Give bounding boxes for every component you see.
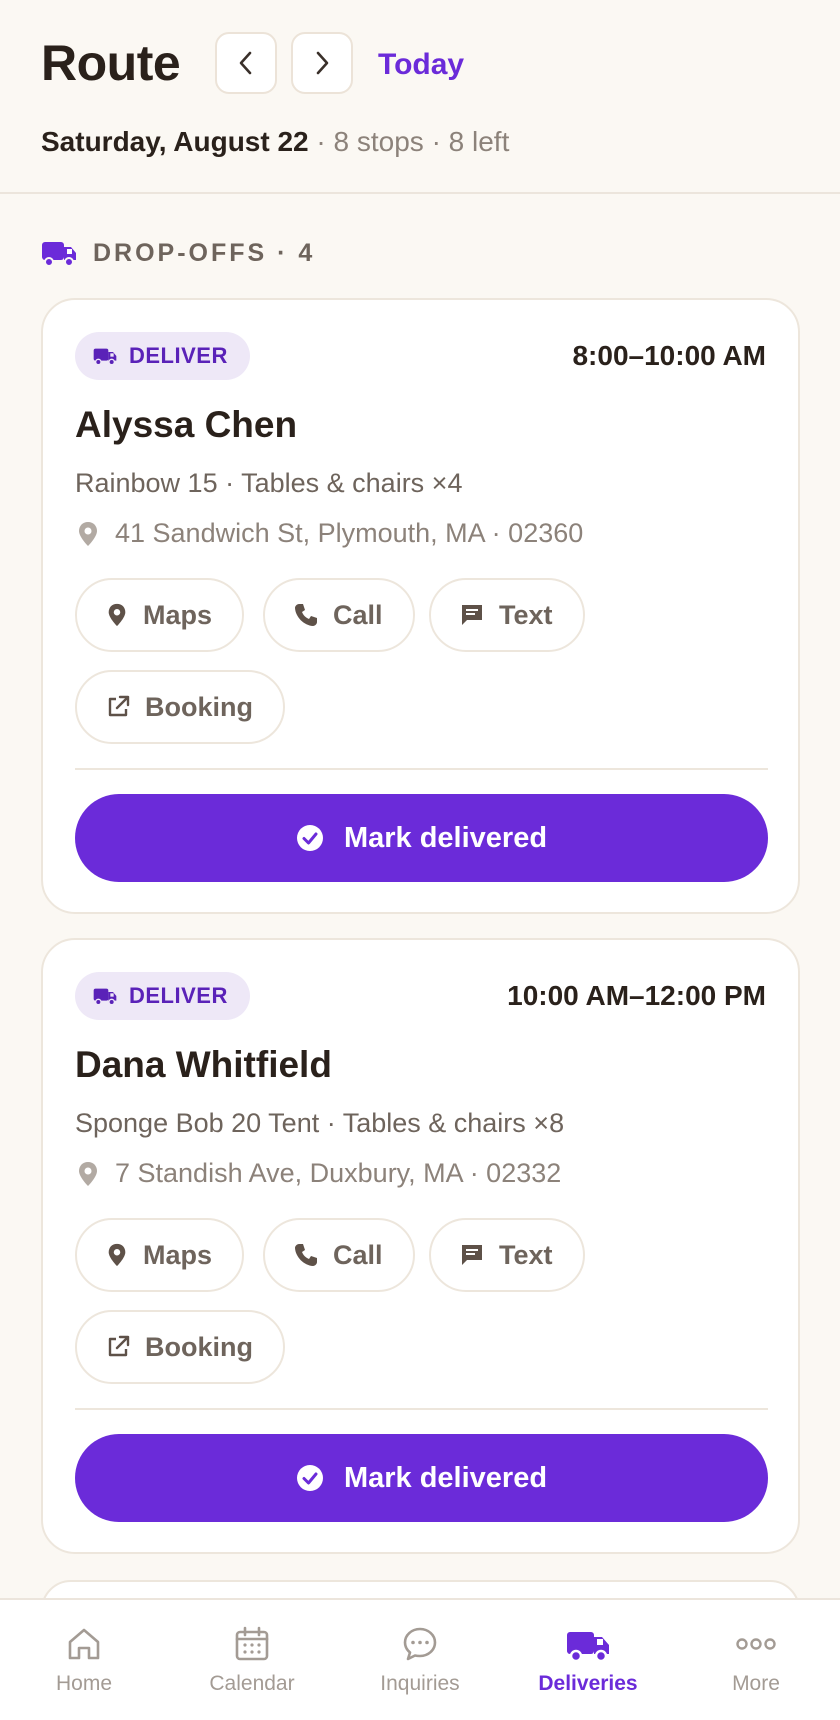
address-text: 41 Sandwich St, Plymouth, MA · 02360 (115, 518, 584, 548)
text-button[interactable]: Text (429, 578, 585, 652)
tab-deliveries[interactable]: Deliveries (504, 1600, 672, 1720)
more-icon (736, 1638, 776, 1650)
today-link[interactable]: Today (378, 48, 464, 82)
call-label: Call (333, 1239, 383, 1270)
mark-delivered-button[interactable]: Mark delivered (75, 1434, 768, 1522)
maps-label: Maps (143, 1239, 213, 1270)
status-badge: DELIVER (75, 972, 250, 1020)
status-badge-label: DELIVER (129, 983, 228, 1008)
text-label: Text (499, 599, 553, 630)
call-button[interactable]: Call (263, 578, 415, 652)
previous-day-button[interactable] (215, 32, 277, 94)
delivery-card: DELIVER 8:00–10:00 AM Alyssa Chen Rainbo… (41, 298, 800, 914)
tab-label: Inquiries (380, 1672, 460, 1695)
chevron-right-icon (316, 51, 329, 75)
call-label: Call (333, 599, 383, 630)
call-button[interactable]: Call (263, 1218, 415, 1292)
tab-label: Calendar (209, 1672, 295, 1695)
route-stops-meta: · 8 stops · 8 left (308, 126, 510, 157)
maps-label: Maps (143, 599, 213, 630)
home-icon (68, 1628, 100, 1660)
booking-label: Booking (145, 1331, 253, 1362)
truck-icon (93, 348, 117, 366)
customer-name: Dana Whitfield (75, 1044, 332, 1085)
message-icon (462, 605, 482, 625)
truck-icon (42, 242, 76, 267)
check-circle-icon (296, 1465, 323, 1491)
location-pin-icon (108, 1243, 126, 1267)
calendar-icon (235, 1626, 269, 1661)
status-badge-label: DELIVER (129, 343, 228, 368)
delivery-window: 10:00 AM–12:00 PM (507, 980, 766, 1011)
page-header: Route Today Saturday, August 22 · 8 stop… (0, 0, 840, 194)
status-badge: DELIVER (75, 332, 250, 380)
location-pin-icon (108, 603, 126, 627)
page-title: Route (41, 35, 181, 91)
phone-icon (295, 1244, 317, 1266)
booking-button[interactable]: Booking (75, 670, 285, 744)
section-label: DROP-OFFS · 4 (93, 238, 316, 267)
tab-label: Home (55, 1672, 113, 1695)
location-pin-icon (79, 1161, 97, 1186)
address-text: 7 Standish Ave, Duxbury, MA · 02332 (115, 1158, 562, 1188)
order-items: Sponge Bob 20 Tent · Tables & chairs ×8 (75, 1108, 565, 1138)
phone-icon (295, 604, 317, 626)
mark-delivered-label: Mark delivered (343, 821, 548, 854)
delivery-window: 8:00–10:00 AM (572, 340, 766, 371)
text-button[interactable]: Text (429, 1218, 585, 1292)
external-link-icon (108, 1335, 130, 1357)
truck-icon (93, 988, 117, 1006)
booking-button[interactable]: Booking (75, 1310, 285, 1384)
delivery-address: 7 Standish Ave, Duxbury, MA · 02332 (75, 1158, 561, 1189)
delivery-address: 41 Sandwich St, Plymouth, MA · 02360 (75, 518, 583, 549)
bottom-tab-bar: Home Calendar Inquiries Deliveries More (0, 1598, 840, 1720)
order-items: Rainbow 15 · Tables & chairs ×4 (75, 468, 463, 498)
truck-icon (567, 1632, 609, 1663)
mark-delivered-label: Mark delivered (343, 1461, 548, 1494)
card-divider (75, 768, 768, 770)
section-heading: DROP-OFFS · 4 (41, 238, 315, 268)
maps-button[interactable]: Maps (75, 578, 245, 652)
tab-calendar[interactable]: Calendar (168, 1600, 336, 1720)
delivery-card: DELIVER 10:00 AM–12:00 PM Dana Whitfield… (41, 938, 800, 1554)
card-divider (75, 1408, 768, 1410)
location-pin-icon (79, 521, 97, 546)
route-summary: Saturday, August 22 · 8 stops · 8 left (41, 126, 509, 158)
chevron-left-icon (239, 51, 252, 75)
route-date: Saturday, August 22 (41, 126, 309, 157)
chat-icon (403, 1627, 437, 1661)
tab-label: Deliveries (538, 1672, 638, 1695)
tab-more[interactable]: More (672, 1600, 840, 1720)
tab-home[interactable]: Home (0, 1600, 168, 1720)
text-label: Text (499, 1239, 553, 1270)
booking-label: Booking (145, 691, 253, 722)
check-circle-icon (296, 825, 323, 851)
message-icon (462, 1245, 482, 1265)
tab-label: More (732, 1672, 780, 1695)
customer-name: Alyssa Chen (75, 404, 298, 445)
external-link-icon (108, 695, 130, 717)
mark-delivered-button[interactable]: Mark delivered (75, 794, 768, 882)
next-day-button[interactable] (291, 32, 353, 94)
tab-inquiries[interactable]: Inquiries (336, 1600, 504, 1720)
maps-button[interactable]: Maps (75, 1218, 245, 1292)
